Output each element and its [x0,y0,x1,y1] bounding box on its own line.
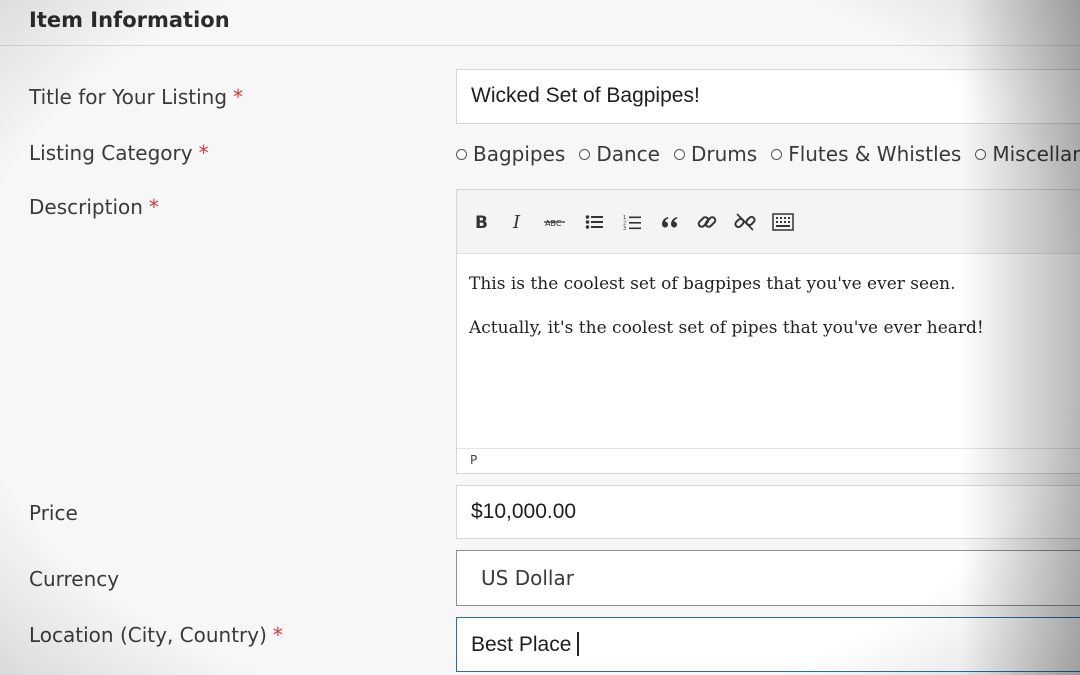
insert-link-icon[interactable] [694,208,720,236]
location-input-text: Best Place [471,633,572,656]
price-input-value: $10,000.00 [471,500,577,523]
location-input-value: Best Place [471,632,579,657]
location-input[interactable]: Best Place [456,617,1080,672]
element-path[interactable]: P [470,453,477,467]
currency-select-value: US Dollar [481,566,574,590]
title-input[interactable]: Wicked Set of Bagpipes! [456,69,1080,124]
bulleted-list-icon[interactable] [581,208,607,236]
required-marker: * [148,195,159,219]
category-option-label: Drums [690,142,758,166]
section-title: Item Information [29,8,230,32]
category-option-flutes-whistles[interactable]: Flutes & Whistles [771,142,961,166]
category-label-text: Listing Category [29,141,193,165]
currency-select[interactable]: US Dollar [456,550,1080,606]
radio-button[interactable] [975,148,987,160]
category-option-miscellaneous[interactable]: Miscellan [975,142,1080,166]
radio-button[interactable] [673,148,685,160]
section-divider [0,45,1080,46]
category-option-label: Miscellan [992,142,1080,166]
title-input-value: Wicked Set of Bagpipes! [471,84,700,107]
editor-paragraph: Actually, it's the coolest set of pipes … [469,318,984,338]
svg-text:ABC: ABC [545,219,562,228]
location-label-text: Location (City, Country) [29,623,267,647]
title-label-text: Title for Your Listing [29,85,228,109]
strikethrough-icon[interactable]: ABC [542,208,568,236]
editor-paragraph: This is the coolest set of bagpipes that… [469,274,956,294]
radio-button[interactable] [456,148,467,160]
category-option-bagpipes[interactable]: Bagpipes [456,142,565,166]
description-label-text: Description [29,195,143,219]
svg-text:I: I [512,213,521,231]
category-option-label: Flutes & Whistles [788,142,962,166]
currency-label-text: Currency [29,567,120,591]
svg-text:B: B [475,213,488,231]
bold-icon[interactable]: B [468,208,494,236]
category-option-drums[interactable]: Drums [673,142,758,166]
remove-link-icon[interactable] [732,208,758,236]
price-label-text: Price [29,501,78,525]
currency-label: Currency [29,567,119,591]
required-marker: * [272,623,283,647]
category-option-label: Dance [596,142,660,166]
description-editor: B I ABC 123 This is the coolest set of b… [456,189,1080,474]
price-input[interactable]: $10,000.00 [456,485,1080,539]
italic-icon[interactable]: I [505,208,531,236]
price-label: Price [29,501,78,525]
category-option-label: Bagpipes [473,142,566,166]
location-label: Location (City, Country) * [29,623,283,647]
radio-button[interactable] [771,148,783,160]
text-caret [577,632,579,656]
svg-text:3: 3 [623,226,626,231]
required-marker: * [198,141,209,165]
required-marker: * [233,85,244,109]
title-label: Title for Your Listing * [29,85,243,109]
category-option-dance[interactable]: Dance [579,142,660,166]
radio-button[interactable] [579,148,591,160]
description-label: Description * [29,195,159,219]
toolbar-toggle-icon[interactable] [770,208,796,236]
editor-content[interactable]: This is the coolest set of bagpipes that… [469,274,1069,362]
editor-status-bar: P [457,448,1080,474]
editor-toolbar: B I ABC 123 [457,190,1080,254]
numbered-list-icon[interactable]: 123 [619,208,645,236]
category-label: Listing Category * [29,141,209,165]
category-radio-group: Bagpipes Dance Drums Flutes & Whistles M… [456,140,1080,168]
blockquote-icon[interactable] [657,208,683,236]
